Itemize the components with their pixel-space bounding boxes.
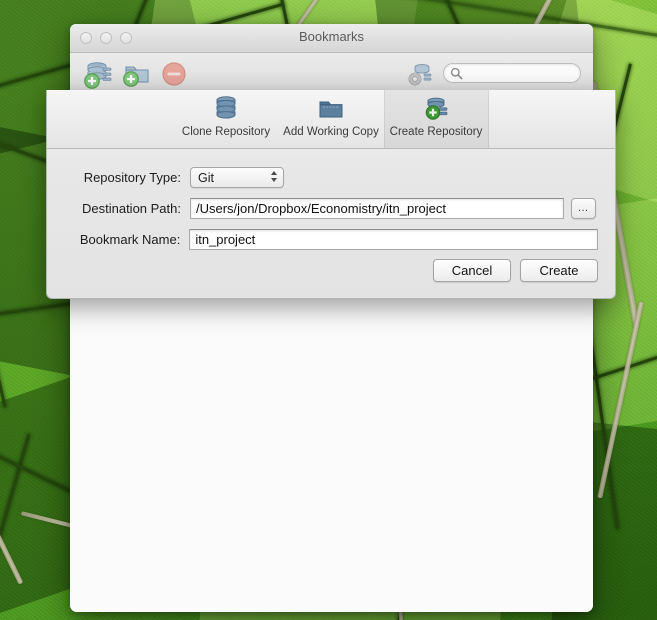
destination-path-label: Destination Path: (81, 200, 181, 216)
desktop: Bookmarks Clone Repository Add Working C… (0, 0, 657, 620)
sheet-form: Repository Type: Git Destination Path: …… (47, 148, 615, 298)
tab-label: Add Working Copy (283, 126, 379, 138)
tab-create-repository[interactable]: Create Repository (383, 90, 489, 148)
bookmark-name-row: Bookmark Name: (64, 228, 598, 250)
tab-label: Create Repository (389, 126, 483, 138)
database-add-icon (421, 94, 451, 124)
add-repository-icon[interactable] (82, 59, 116, 91)
destination-path-input[interactable] (190, 197, 564, 219)
create-repository-sheet: Clone Repository Add Working Copy Create… (46, 90, 616, 299)
remove-bookmark-icon[interactable] (158, 59, 192, 91)
chevron-updown-icon (271, 170, 277, 182)
window-titlebar: Bookmarks (70, 24, 593, 53)
repository-settings-icon[interactable] (404, 61, 438, 93)
browse-button[interactable]: … (571, 197, 596, 219)
search-input[interactable] (466, 65, 574, 84)
tab-label: Clone Repository (181, 126, 271, 138)
tab-clone-repository[interactable]: Clone Repository (174, 90, 279, 148)
repository-type-value: Git (198, 170, 214, 185)
sheet-tab-bar: Clone Repository Add Working Copy Create… (47, 90, 615, 149)
create-button[interactable]: Create (520, 259, 598, 282)
bookmark-name-label: Bookmark Name: (79, 231, 181, 247)
add-folder-icon[interactable] (120, 59, 154, 91)
database-stack-icon (211, 94, 241, 124)
window-title: Bookmarks (298, 29, 365, 44)
sheet-button-bar: Cancel Create (433, 259, 598, 282)
search-icon (450, 67, 463, 85)
repository-type-label: Repository Type: (83, 169, 181, 185)
repository-type-row: Repository Type: Git (64, 166, 598, 188)
cancel-button[interactable]: Cancel (433, 259, 511, 282)
search-field[interactable] (443, 63, 581, 85)
folder-icon (316, 94, 346, 124)
bookmark-name-input[interactable] (189, 228, 598, 250)
repository-type-select[interactable]: Git (190, 166, 284, 188)
destination-path-row: Destination Path: … (64, 197, 598, 219)
tab-add-working-copy[interactable]: Add Working Copy (279, 90, 384, 148)
